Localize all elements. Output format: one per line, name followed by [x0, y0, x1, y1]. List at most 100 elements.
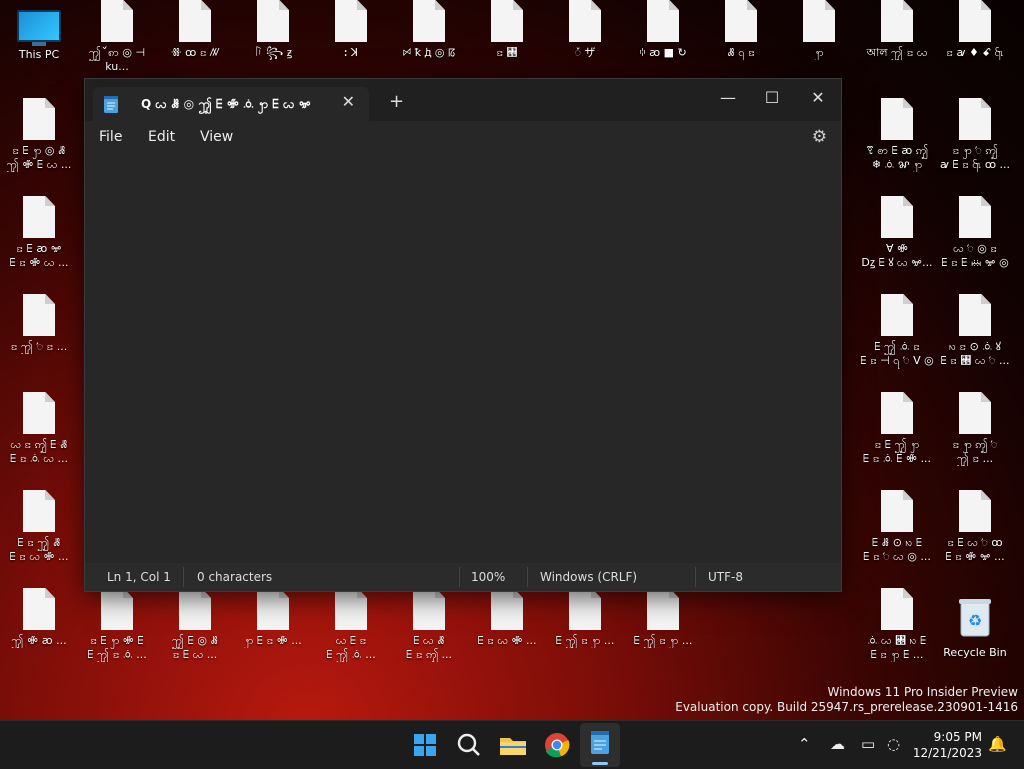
- close-window-button[interactable]: ✕: [795, 83, 841, 113]
- file-icon: [491, 0, 523, 42]
- file-label: ꤢ ꗋ ꩶ ꩭ ꗋ ꤢ ꗝ ꗋ ꗂ ...: [862, 438, 932, 465]
- watermark-build: Evaluation copy. Build 25947.rs_prerelea…: [675, 700, 1018, 714]
- status-bar: Ln 1, Col 1 0 characters 100% Windows (C…: [85, 563, 841, 591]
- file-icon: [569, 588, 601, 630]
- taskbar: ⌃ ☁ ▭ ◌ 9:05 PM 12/21/2023 🔔: [0, 720, 1024, 769]
- desktop-file[interactable]: ꩶ ꣺ ꩱ ◎ ⊣ ku...: [79, 0, 155, 74]
- file-label: ꗺ ꜵ ■ ↻: [639, 46, 687, 59]
- file-icon: [881, 490, 913, 532]
- date: 12/21/2023: [912, 746, 982, 760]
- windows-start-icon[interactable]: [408, 729, 442, 761]
- desktop-file[interactable]: ꗦ ꩦ ꗋ ꜵ ꩵ ❄ ꗝ ꨗ ꩭ: [859, 98, 935, 172]
- file-icon: [23, 294, 55, 336]
- desktop-file[interactable]: ꗋ ꩶ ꤢ ꩭ ...: [547, 588, 623, 648]
- file-label: আল ꩶ ꤢ ꩬ: [866, 46, 928, 59]
- file-icon: [413, 0, 445, 42]
- desktop-file[interactable]: ꗋ ꩶ ꗝ ꤢ ꗋ ꤢ ⊣ ꩹ ꥏ V ◎ ...: [859, 294, 935, 370]
- file-label: ꗋ ꩶ ꗝ ꤢ ꗋ ꤢ ⊣ ꩹ ꥏ V ◎ ...: [860, 340, 934, 370]
- file-icon: [881, 196, 913, 238]
- desktop-file[interactable]: ꩬ ꗋ ꤢ ꗋ ꩶ ꗝ ...: [313, 588, 389, 662]
- desktop-file[interactable]: আল ꩶ ꤢ ꩬ: [859, 0, 935, 60]
- tab-title: Q ꩬ ꗡ ◎ ꩶ ꗋ ꗂ ꗝ ꩭ ꗋ ꩬ ꗁ: [141, 97, 311, 111]
- notepad-icon: [591, 731, 609, 754]
- desktop-file[interactable]: ꗋ ꤢ ꩶ ꗡ ꗋ ꤢ ꩬ ꗂ ...: [1, 490, 77, 564]
- desktop-file[interactable]: ꤢ ꩭ ꩵ ꥏ ꩶ ꤢ ...: [937, 392, 1013, 466]
- svg-text:♻: ♻: [968, 611, 982, 630]
- chrome-icon[interactable]: [540, 729, 574, 761]
- desktop-file[interactable]: ꤢ ꩶ ꥏ ꤢ ...: [1, 294, 77, 354]
- onedrive-icon[interactable]: ☁: [830, 735, 845, 753]
- clock[interactable]: 9:05 PM 12/21/2023: [913, 729, 982, 761]
- menu-file[interactable]: File: [99, 129, 122, 145]
- desktop-file[interactable]: ꩶ ꗋ ◎ ꗡ ꤢ ꗋ ꩬ ...: [157, 588, 233, 662]
- notification-bell-icon[interactable]: 🔔: [988, 735, 1007, 753]
- close-tab-icon[interactable]: ✕: [342, 92, 355, 111]
- zoom-level[interactable]: 100%: [471, 570, 505, 584]
- desktop-file[interactable]: ꤢ ꜹ ♦ ꗃ ꩷: [937, 0, 1013, 60]
- desktop-file[interactable]: ꗝ ꩬ ꥕ ꩳ ꗋ ꗋ ꤢ ꩭ ꗋ ...: [859, 588, 935, 662]
- file-label: ꩶ ꗋ ◎ ꗡ ꤢ ꗋ ꩬ ...: [171, 634, 219, 661]
- display-icon[interactable]: ▭: [861, 735, 875, 753]
- settings-gear-icon[interactable]: ⚙: [812, 127, 827, 147]
- desktop-file[interactable]: ꩭ ꗋ ꤢ ꗂ ...: [235, 588, 311, 648]
- recycle-bin-icon: ♻: [959, 599, 991, 637]
- desktop-file[interactable]: ꩭ: [781, 0, 857, 60]
- notepad-taskbar-button[interactable]: [580, 723, 620, 767]
- line-ending[interactable]: Windows (CRLF): [540, 570, 637, 584]
- file-icon: [335, 588, 367, 630]
- desktop-file[interactable]: ꗋ ꗡ ⊙ ꩳ ꗋ ꗋ ꤢ ꥏ ꩬ ◎ ...: [859, 490, 935, 564]
- desktop-file[interactable]: ꤢ ꗋ ꩭ ◎ ꗡ ꩶ ꗂ ꗋ ꩬ ...: [1, 98, 77, 172]
- file-label: ꗯ ꝁ ꚁ ◎ ꡞ: [402, 46, 456, 59]
- file-icon: [101, 0, 133, 42]
- desktop-file[interactable]: ꩶ ꗂ ꜵ ...: [1, 588, 77, 648]
- desktop-file[interactable]: ꗋ ꩶ ꤢ ꩭ ...: [625, 588, 701, 648]
- file-icon: [959, 392, 991, 434]
- desktop-file[interactable]: ꗥ ꝏ ꤢ ꤲ: [157, 0, 233, 60]
- desktop-file[interactable]: ꩳ ꤢ ⊙ ꗝ ꙋ ꗋ ꤢ ꥕ ꩬ ꥏ ...: [937, 294, 1013, 368]
- desktop-file[interactable]: ꗋ ꩬ ꗡ ꗋ ꤢ ꩵ ...: [391, 588, 467, 662]
- desktop-file[interactable]: ꤢ ꗋ ꩭ ꗂ ꗋ ꗋ ꩶ ꤢ ꗝ ...: [79, 588, 155, 662]
- desktop-file[interactable]: ꗺ ꜵ ■ ↻: [625, 0, 701, 60]
- tab-document[interactable]: Q ꩬ ꗡ ◎ ꩶ ꗋ ꗂ ꗝ ꩭ ꗋ ꩬ ꗁ ✕: [93, 87, 369, 121]
- desktop-file[interactable]: ꤢ ꗋ ꜵ ꗁ ꗋ ꤢ ꗂ ꩬ ...: [1, 196, 77, 270]
- title-bar[interactable]: Q ꩬ ꗡ ◎ ꩶ ꗋ ꗂ ꗝ ꩭ ꗋ ꩬ ꗁ ✕ + — ☐ ✕: [85, 79, 841, 121]
- file-icon: [257, 588, 289, 630]
- file-label: ꤢ ꗋ ꩬ ꥏ ꝏ ꗋ ꤢ ꗂ ꗁ ...: [945, 536, 1005, 563]
- menu-edit[interactable]: Edit: [148, 129, 175, 145]
- file-label: ꤢ ꜹ ♦ ꗃ ꩷: [946, 46, 1004, 59]
- maximize-button[interactable]: ☐: [749, 83, 795, 113]
- file-label: ꩶ ꣺ ꩱ ◎ ⊣ ku...: [88, 46, 146, 73]
- desktop-file[interactable]: ꥑ ザ: [547, 0, 623, 60]
- desktop-file[interactable]: ꗋ ꤢ ꩬ ꗂ ...: [469, 588, 545, 648]
- desktop-file[interactable]: ꤢ ꩭ ꥏ ꩵ ꜹ ꗋ ꤢ ꩷ ꝏ ...: [937, 98, 1013, 172]
- file-explorer-icon[interactable]: [496, 729, 530, 761]
- notepad-icon: [104, 96, 118, 113]
- file-icon: [959, 98, 991, 140]
- new-tab-button[interactable]: +: [389, 91, 404, 112]
- this-pc-icon[interactable]: This PC: [1, 0, 77, 62]
- menu-view[interactable]: View: [200, 129, 233, 145]
- file-icon: [959, 196, 991, 238]
- file-label: ꗡ ꩹ ꤢ: [727, 46, 755, 59]
- desktop-file[interactable]: ꤢ ꥕: [469, 0, 545, 60]
- desktop-file[interactable]: ꓯ ꗂ Dꙁ ꗋ ꙋ ꩬ ꗁ...: [859, 196, 935, 270]
- search-icon[interactable]: [452, 729, 486, 761]
- file-icon: [881, 392, 913, 434]
- desktop-file[interactable]: ꩬ ꥏ ◎ ꤢ ꗋ ꤢ ꗋ ꗜ ꗁ ◎: [937, 196, 1013, 270]
- network-icon[interactable]: ◌: [887, 735, 900, 753]
- desktop-file[interactable]: ꑍ ꧂ ꙃ: [235, 0, 311, 60]
- file-label: ꑍ ꧂ ꙃ: [254, 46, 292, 59]
- file-icon: [23, 392, 55, 434]
- file-label: ꗋ ꗡ ⊙ ꩳ ꗋ ꗋ ꤢ ꥏ ꩬ ◎ ...: [863, 536, 931, 563]
- desktop-file[interactable]: ꤢ ꗋ ꩶ ꩭ ꗋ ꤢ ꗝ ꗋ ꗂ ...: [859, 392, 935, 466]
- desktop-file[interactable]: ꓽ ꓘ: [313, 0, 389, 60]
- desktop-file[interactable]: ꩬ ꤢ ꩵ ꗋ ꗡ ꗋ ꤢ ꗝ ꩬ ...: [1, 392, 77, 466]
- encoding[interactable]: UTF-8: [708, 570, 743, 584]
- desktop-file[interactable]: ꗡ ꩹ ꤢ: [703, 0, 779, 60]
- recycle-bin[interactable]: ♻ Recycle Bin: [937, 588, 1013, 660]
- minimize-button[interactable]: —: [705, 83, 751, 113]
- desktop-file[interactable]: ꗯ ꝁ ꚁ ◎ ꡞ: [391, 0, 467, 60]
- chevron-up-icon[interactable]: ⌃: [798, 735, 811, 753]
- text-editor[interactable]: [85, 153, 841, 563]
- desktop-file[interactable]: ꤢ ꗋ ꩬ ꥏ ꝏ ꗋ ꤢ ꗂ ꗁ ...: [937, 490, 1013, 564]
